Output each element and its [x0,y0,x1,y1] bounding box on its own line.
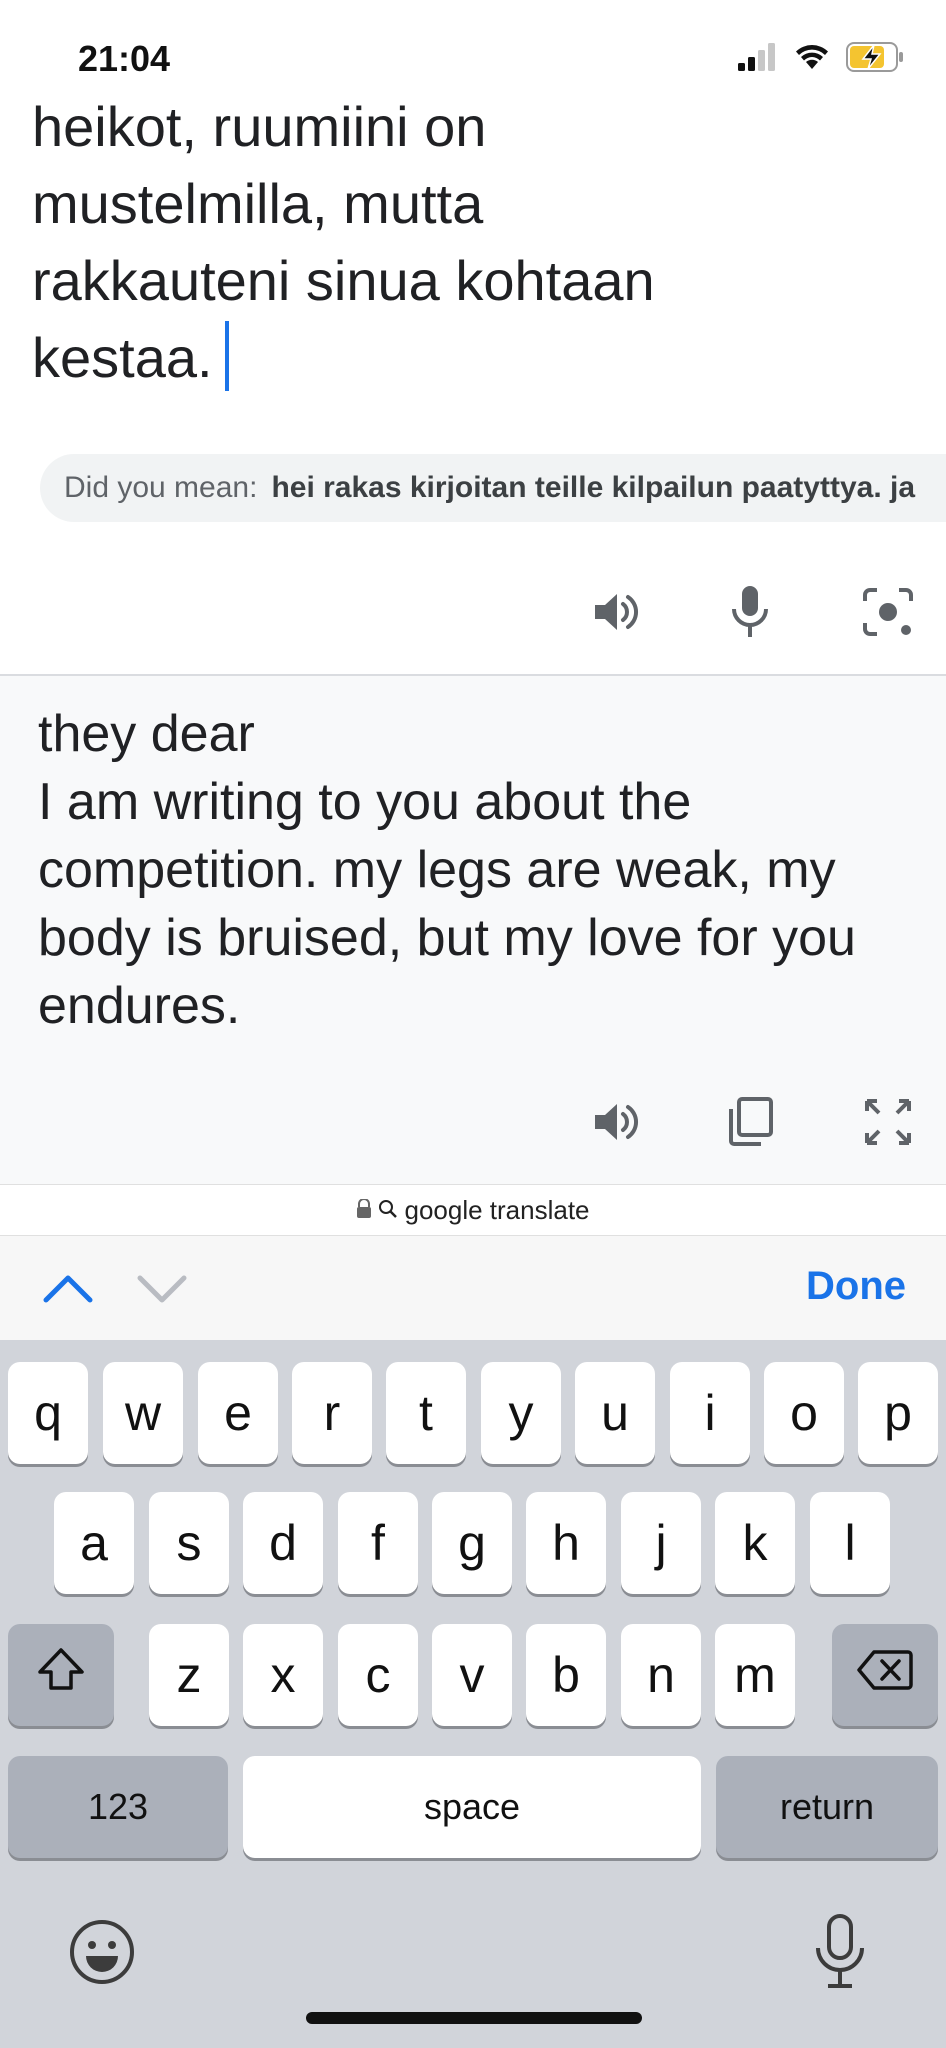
shift-key[interactable] [8,1624,114,1726]
chevron-down-icon[interactable] [134,1264,190,1312]
address-bar[interactable]: google translate [0,1184,946,1236]
emoji-icon[interactable] [68,1918,136,1986]
key-t[interactable]: t [386,1362,466,1464]
return-key[interactable]: return [716,1756,938,1858]
address-text: google translate [404,1194,590,1225]
shift-icon [35,1645,87,1705]
key-d[interactable]: d [243,1492,323,1594]
did-you-mean-chip[interactable]: Did you mean: hei rakas kirjoitan teille… [40,454,946,522]
backspace-icon [856,1646,914,1704]
key-v[interactable]: v [432,1624,512,1726]
status-time: 21:04 [78,38,171,79]
key-a[interactable]: a [54,1492,134,1594]
keyboard-accessory-bar: Done [0,1236,946,1340]
lock-icon [356,1195,372,1226]
space-key[interactable]: space [243,1756,701,1858]
camera-icon[interactable] [856,580,920,644]
search-icon [378,1195,398,1226]
key-f[interactable]: f [338,1492,418,1594]
cellular-signal-icon [738,43,778,76]
home-indicator[interactable] [306,2012,642,2024]
key-h[interactable]: h [526,1492,606,1594]
key-p[interactable]: p [858,1362,938,1464]
wifi-icon [794,43,830,76]
text-caret [224,321,229,391]
fullscreen-icon[interactable] [856,1090,920,1154]
speaker-icon[interactable] [584,1090,648,1154]
key-k[interactable]: k [715,1492,795,1594]
key-q[interactable]: q [8,1362,88,1464]
copy-icon[interactable] [718,1090,782,1154]
dictation-microphone-icon[interactable] [806,1912,874,1992]
key-m[interactable]: m [715,1624,795,1726]
key-c[interactable]: c [338,1624,418,1726]
microphone-icon[interactable] [718,580,782,644]
key-o[interactable]: o [764,1362,844,1464]
translation-actions [0,1090,946,1170]
key-n[interactable]: n [621,1624,701,1726]
done-button[interactable]: Done [806,1264,906,1309]
key-g[interactable]: g [432,1492,512,1594]
battery-charging-icon [846,42,906,77]
key-x[interactable]: x [243,1624,323,1726]
key-s[interactable]: s [149,1492,229,1594]
source-text-area[interactable]: heikot, ruumiini on mustelmilla, mutta r… [0,88,946,448]
did-you-mean-suggestion[interactable]: hei rakas kirjoitan teille kilpailun paa… [271,471,915,505]
translation-area: they dear I am writing to you about the … [0,676,946,1184]
numbers-key[interactable]: 123 [8,1756,228,1858]
key-w[interactable]: w [103,1362,183,1464]
key-j[interactable]: j [621,1492,701,1594]
chevron-up-icon[interactable] [40,1264,96,1312]
did-you-mean-label: Did you mean: [64,471,258,504]
key-i[interactable]: i [670,1362,750,1464]
backspace-key[interactable] [832,1624,938,1726]
translation-text: they dear I am writing to you about the … [38,705,856,1035]
keyboard: q w e r t y u i o p a s d f g h j k l z … [0,1340,946,2048]
key-l[interactable]: l [810,1492,890,1594]
key-u[interactable]: u [575,1362,655,1464]
key-y[interactable]: y [481,1362,561,1464]
key-b[interactable]: b [526,1624,606,1726]
status-icons [738,42,906,77]
key-z[interactable]: z [149,1624,229,1726]
source-text[interactable]: heikot, ruumiini on mustelmilla, mutta r… [32,88,732,396]
speaker-icon[interactable] [584,580,648,644]
key-r[interactable]: r [292,1362,372,1464]
key-e[interactable]: e [198,1362,278,1464]
source-actions [0,580,946,660]
source-text-content: heikot, ruumiini on mustelmilla, mutta r… [32,95,655,389]
